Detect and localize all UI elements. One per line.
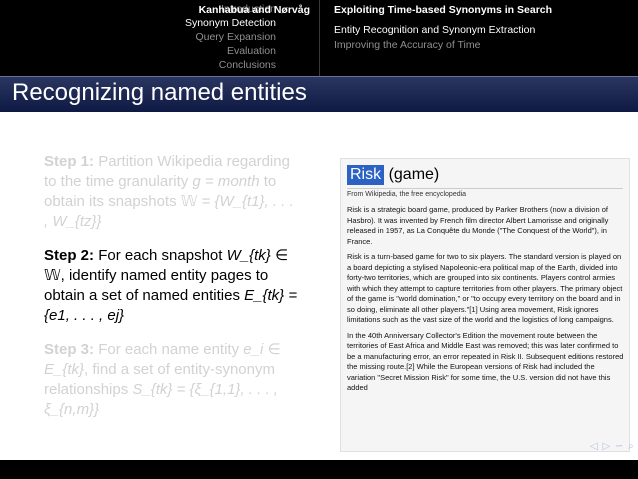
step-3: Step 3: For each name entity e_i ∈ E_{tk… <box>44 340 302 420</box>
wikipedia-screenshot: Risk (game) From Wikipedia, the free enc… <box>340 158 630 452</box>
step-1: Step 1: Partition Wikipedia regarding to… <box>44 152 302 232</box>
wiki-divider <box>347 188 623 189</box>
wiki-article-body: Risk is a strategic board game, produced… <box>347 205 625 399</box>
step-2-label: Step 2: <box>44 247 95 264</box>
wiki-title: Risk (game) <box>347 165 439 185</box>
footer-divider <box>319 0 320 19</box>
subsection-subtitle[interactable]: Improving the Accuracy of Time <box>334 37 535 53</box>
footer-talk-title: Exploiting Time-based Synonyms in Search <box>334 4 553 16</box>
nav-item-evaluation[interactable]: Evaluation <box>0 44 320 58</box>
wiki-paragraph-3: In the 40th Anniversary Collector's Edit… <box>347 330 624 393</box>
nav-search-icon[interactable]: ⌕ <box>628 441 635 452</box>
wiki-title-rest: (game) <box>388 166 440 183</box>
step-3-label: Step 3: <box>44 341 95 358</box>
step-2-text: For each snapshot <box>98 247 223 264</box>
wiki-title-highlight: Risk <box>347 165 385 185</box>
subsection-title[interactable]: Entity Recognition and Synonym Extractio… <box>334 23 535 37</box>
subsection-nav: Entity Recognition and Synonym Extractio… <box>334 23 535 53</box>
footer-bar <box>0 460 638 479</box>
step-1-math-granularity: g = month <box>192 173 260 190</box>
wiki-paragraph-2: Risk is a turn-based game for two to six… <box>347 252 623 324</box>
beamer-navigation-icons[interactable]: ◁ ▷ ∽ ⌕ <box>590 441 635 452</box>
frame-title: Recognizing named entities <box>12 79 307 106</box>
nav-item-conclusions[interactable]: Conclusions <box>0 58 320 72</box>
wiki-source-line: From Wikipedia, the free encyclopedia <box>347 191 467 198</box>
nav-item-synonym-detection[interactable]: Synonym Detection <box>0 16 320 30</box>
nav-loop-icon[interactable]: ∽ <box>615 441 624 452</box>
step-3-text: For each name entity <box>98 341 240 358</box>
footer-authors: Kanhabua and Nørvåg <box>198 4 310 16</box>
nav-item-query-expansion[interactable]: Query Expansion <box>0 30 320 44</box>
wiki-paragraph-1: Risk is a strategic board game, produced… <box>347 205 609 246</box>
nav-forward-icon[interactable]: ▷ <box>602 441 611 452</box>
step-2-text-2: , identify named entity pages to obtain … <box>44 267 269 304</box>
step-2: Step 2: For each snapshot W_{tk} ∈ 𝕎, id… <box>44 246 302 326</box>
steps-list: Step 1: Partition Wikipedia regarding to… <box>44 152 302 434</box>
nav-back-icon[interactable]: ◁ <box>590 441 599 452</box>
step-1-label: Step 1: <box>44 153 95 170</box>
